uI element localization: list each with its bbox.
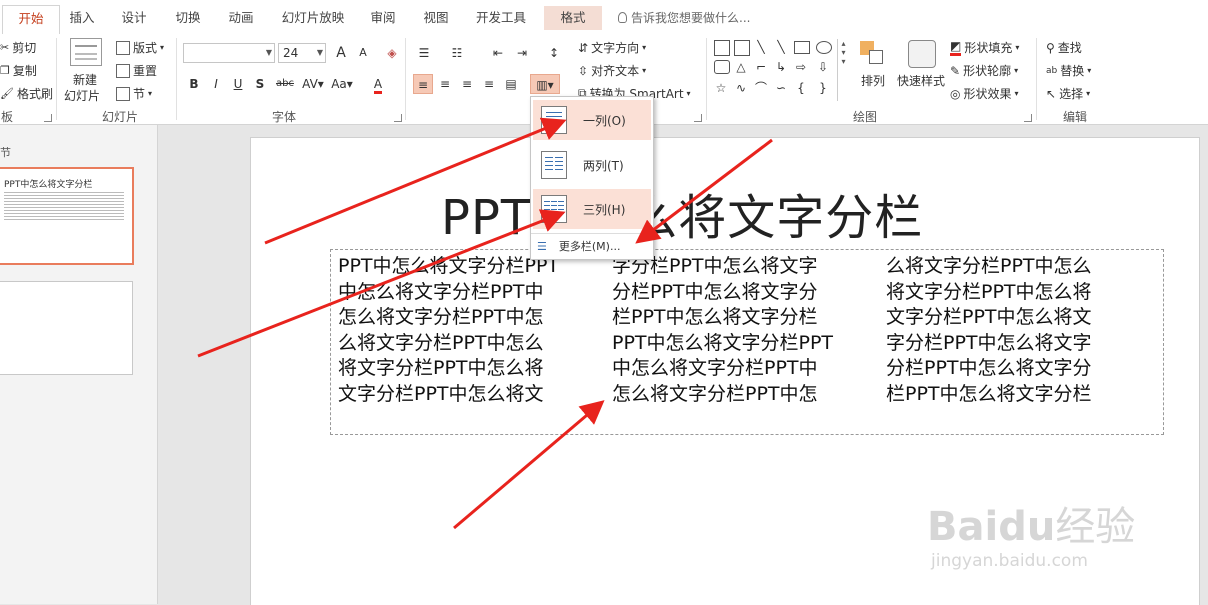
arrow-to-three-columns	[197, 209, 566, 358]
arrow-to-more-columns	[635, 138, 773, 244]
annotation-arrows	[197, 117, 773, 530]
arrow-to-columns-text	[453, 400, 605, 530]
arrow-to-one-column	[264, 117, 567, 245]
